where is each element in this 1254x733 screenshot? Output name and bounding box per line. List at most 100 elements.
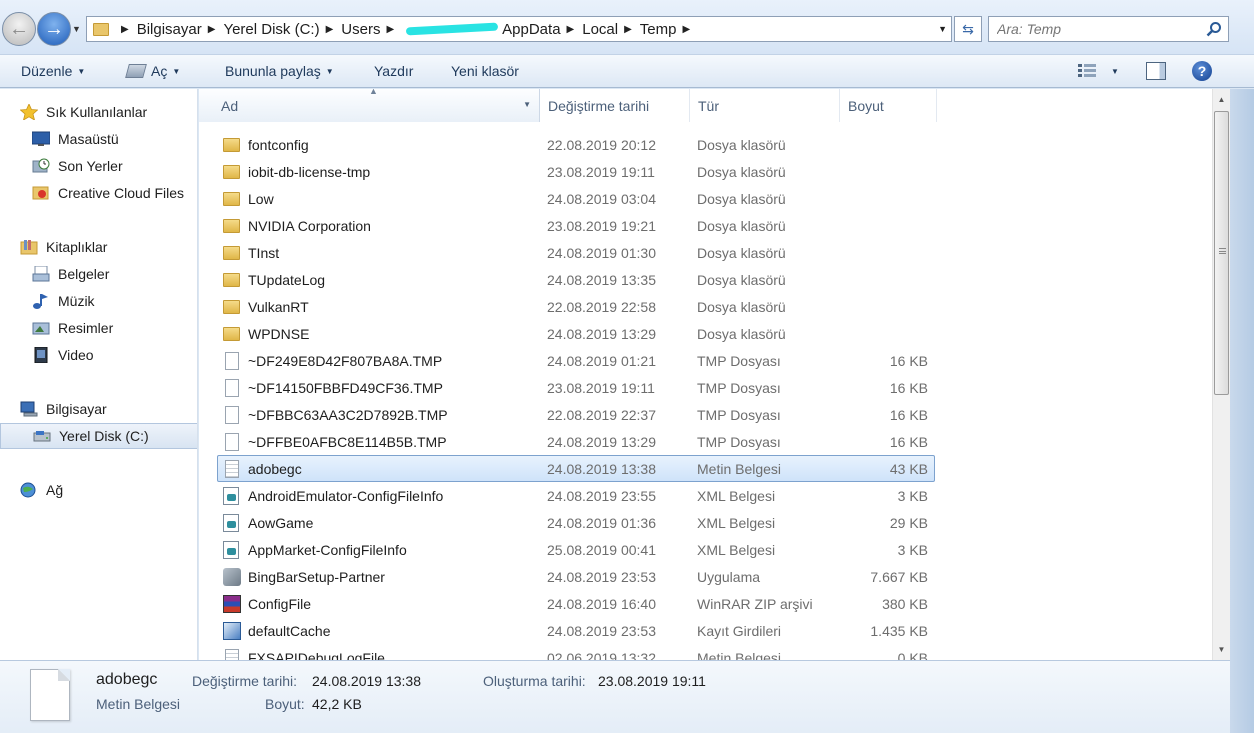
search-input[interactable] — [997, 18, 1197, 40]
crumb-computer[interactable]: Bilgisayar — [137, 21, 202, 38]
file-row[interactable]: BingBarSetup-Partner 24.08.2019 23:53 Uygu… — [217, 563, 935, 590]
file-row[interactable]: fontconfig 22.08.2019 20:12 Dosya klasörü — [217, 131, 935, 158]
blank-file-icon — [225, 433, 239, 451]
search-box[interactable] — [988, 16, 1229, 42]
forward-button[interactable]: → — [37, 12, 71, 46]
file-date: 24.08.2019 13:29 — [547, 434, 656, 450]
chevron-right-icon[interactable]: ▶ — [326, 24, 334, 35]
file-row[interactable]: TInst 24.08.2019 01:30 Dosya klasörü — [217, 239, 935, 266]
nav-music[interactable]: Müzik — [32, 288, 197, 314]
file-type: Metin Belgesi — [697, 650, 782, 660]
file-row[interactable]: ~DFFBE0AFBC8E114B5B.TMP 24.08.2019 13:29 T… — [217, 428, 935, 455]
organize-button[interactable]: Düzenle ▼ — [21, 63, 85, 79]
search-icon[interactable] — [1206, 21, 1222, 37]
vertical-scrollbar[interactable]: ▲ ▼ — [1212, 89, 1230, 660]
nav-favorites[interactable]: Sık Kullanılanlar — [20, 99, 197, 125]
file-row[interactable]: Low 24.08.2019 03:04 Dosya klasörü — [217, 185, 935, 212]
file-name: adobegc — [248, 461, 302, 477]
address-breadcrumb[interactable]: ▶ Bilgisayar ▶ Yerel Disk (C:) ▶ Users ▶… — [86, 16, 952, 42]
computer-icon — [20, 401, 38, 417]
file-name: VulkanRT — [248, 299, 309, 315]
nav-recent-label: Son Yerler — [58, 158, 123, 174]
sort-ascending-icon: ▲ — [369, 89, 378, 96]
nav-network[interactable]: Ağ — [20, 477, 197, 503]
file-row[interactable]: NVIDIA Corporation 23.08.2019 19:21 Dosya … — [217, 212, 935, 239]
chevron-right-icon[interactable]: ▶ — [208, 24, 216, 35]
navigation-pane: Sık Kullanılanlar Masaüstü Son Yerler Cr… — [0, 89, 198, 660]
chevron-right-icon[interactable]: ▶ — [567, 24, 575, 35]
refresh-button[interactable]: ⇆ — [954, 16, 982, 42]
crumb-users[interactable]: Users — [341, 21, 380, 38]
nav-recent-places[interactable]: Son Yerler — [32, 153, 197, 179]
nav-computer[interactable]: Bilgisayar — [20, 396, 197, 422]
column-header-name[interactable]: ▲ Ad ▼ — [199, 89, 540, 122]
file-row[interactable]: ~DF14150FBBFD49CF36.TMP 23.08.2019 19:11 T… — [217, 374, 935, 401]
nav-pictures[interactable]: Resimler — [32, 315, 197, 341]
file-name: AndroidEmulator-ConfigFileInfo — [248, 488, 444, 504]
recent-places-icon — [32, 158, 50, 173]
column-header-type[interactable]: Tür — [690, 89, 840, 122]
nav-libraries[interactable]: Kitaplıklar — [20, 234, 197, 260]
libraries-icon — [20, 240, 38, 255]
open-button[interactable]: Aç ▼ — [125, 63, 181, 79]
scroll-down-icon[interactable]: ▼ — [1213, 641, 1230, 658]
nav-local-disk[interactable]: Yerel Disk (C:) — [0, 423, 197, 449]
chevron-right-icon[interactable]: ▶ — [121, 24, 129, 35]
redacted-username — [406, 22, 499, 36]
help-icon[interactable]: ? — [1192, 61, 1212, 81]
file-row[interactable]: ConfigFile 24.08.2019 16:40 WinRAR ZIP arş… — [217, 590, 935, 617]
file-size: 43 KB — [889, 461, 928, 477]
chevron-right-icon[interactable]: ▶ — [682, 24, 690, 35]
file-type: TMP Dosyası — [697, 407, 781, 423]
details-file-name: adobegc — [96, 671, 158, 688]
nav-video[interactable]: Video — [32, 342, 197, 368]
file-date: 24.08.2019 13:35 — [547, 272, 656, 288]
view-dropdown-icon[interactable]: ▼ — [1111, 67, 1119, 76]
file-row[interactable]: AndroidEmulator-ConfigFileInfo 24.08.2019… — [217, 482, 935, 509]
file-row[interactable]: AowGame 24.08.2019 01:36 XML Belgesi 29 KB — [217, 509, 935, 536]
print-button[interactable]: Yazdır — [374, 63, 413, 79]
scroll-thumb[interactable] — [1214, 111, 1229, 395]
nav-network-label: Ağ — [46, 482, 64, 498]
file-row[interactable]: ~DF249E8D42F807BA8A.TMP 24.08.2019 01:21 T… — [217, 347, 935, 374]
nav-documents[interactable]: Belgeler — [32, 261, 197, 287]
new-folder-button[interactable]: Yeni klasör — [451, 63, 519, 79]
column-header-size[interactable]: Boyut — [840, 89, 937, 122]
crumb-local-disk[interactable]: Yerel Disk (C:) — [223, 21, 319, 38]
file-row[interactable]: VulkanRT 22.08.2019 22:58 Dosya klasörü — [217, 293, 935, 320]
folder-icon — [223, 246, 240, 260]
back-button[interactable]: ← — [2, 12, 36, 46]
file-row[interactable]: WPDNSE 24.08.2019 13:29 Dosya klasörü — [217, 320, 935, 347]
blank-file-icon — [225, 379, 239, 397]
chevron-down-icon: ▼ — [172, 67, 181, 76]
file-row[interactable]: TUpdateLog 24.08.2019 13:35 Dosya klasörü — [217, 266, 935, 293]
file-date: 24.08.2019 23:53 — [547, 623, 656, 639]
nav-creative-cloud-files[interactable]: Creative Cloud Files — [32, 180, 197, 206]
application-icon — [223, 568, 241, 586]
crumb-appdata[interactable]: AppData — [502, 21, 560, 38]
file-row[interactable]: defaultCache 24.08.2019 23:53 Kayıt Girdil… — [217, 617, 935, 644]
scroll-up-icon[interactable]: ▲ — [1213, 91, 1230, 108]
file-type: Dosya klasörü — [697, 272, 786, 288]
file-row[interactable]: FXSAPIDebugLogFile 02.06.2019 13:32 Metin … — [217, 644, 935, 660]
file-row[interactable]: ~DFBBC63AA3C2D7892B.TMP 22.08.2019 22:37 T… — [217, 401, 935, 428]
file-type: XML Belgesi — [697, 488, 776, 504]
crumb-temp[interactable]: Temp — [640, 21, 677, 38]
address-dropdown-icon[interactable]: ▼ — [938, 24, 947, 34]
file-type: XML Belgesi — [697, 515, 776, 531]
file-row[interactable]: AppMarket-ConfigFileInfo 25.08.2019 00:41… — [217, 536, 935, 563]
chevron-right-icon[interactable]: ▶ — [386, 24, 394, 35]
chevron-right-icon[interactable]: ▶ — [624, 24, 632, 35]
column-header-date[interactable]: Değiştirme tarihi — [540, 89, 690, 122]
share-button[interactable]: Bununla paylaş ▼ — [225, 63, 334, 79]
preview-pane-icon[interactable] — [1146, 62, 1166, 80]
view-options-icon[interactable] — [1078, 64, 1096, 78]
column-filter-dropdown-icon[interactable]: ▼ — [523, 100, 531, 109]
crumb-local[interactable]: Local — [582, 21, 618, 38]
recent-pages-dropdown[interactable]: ▼ — [72, 24, 82, 34]
file-row[interactable]: iobit-db-license-tmp 23.08.2019 19:11 Dosy… — [217, 158, 935, 185]
file-row[interactable]: adobegc 24.08.2019 13:38 Metin Belgesi 43 K… — [217, 455, 935, 482]
star-icon — [20, 104, 38, 120]
file-icon-slot — [223, 595, 241, 613]
nav-desktop[interactable]: Masaüstü — [32, 126, 197, 152]
